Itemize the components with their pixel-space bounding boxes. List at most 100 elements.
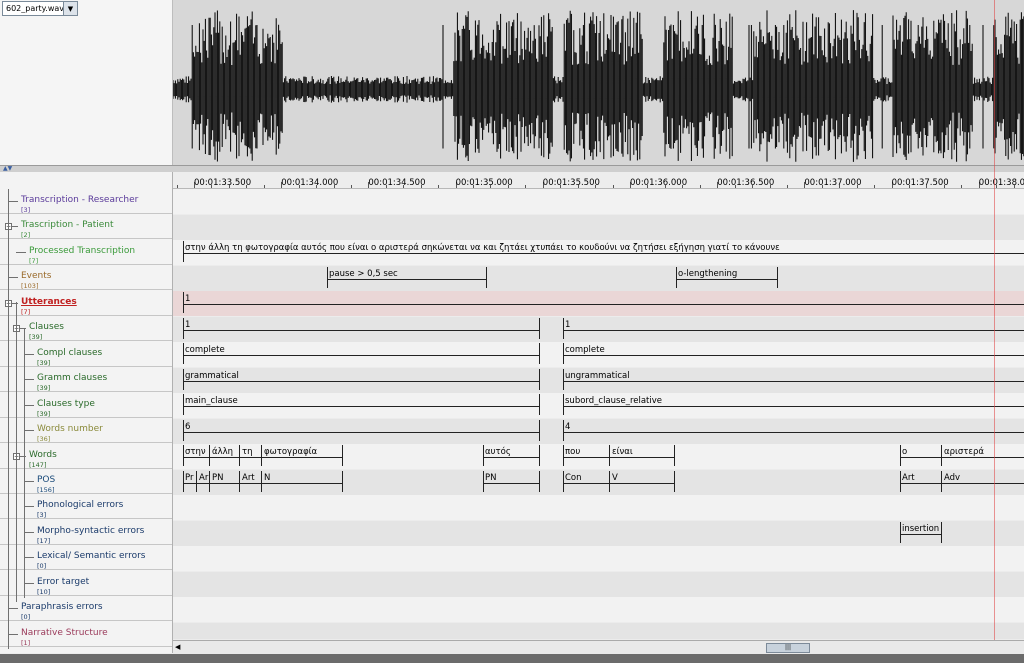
tier-row-phonological-errors[interactable] — [173, 495, 1024, 520]
annotation-pos[interactable]: N — [262, 470, 343, 492]
tier-count: [7] — [21, 307, 31, 316]
tier-name-gramm-clauses[interactable]: Gramm clauses [39] — [0, 367, 172, 393]
tier-count: [7] — [29, 256, 39, 265]
annotation-event[interactable]: pause > 0,5 sec — [327, 266, 487, 288]
status-bar — [0, 654, 1024, 663]
tier-name-error-target[interactable]: Error target [10] — [0, 571, 172, 596]
arrow-left-icon[interactable]: ◀ — [175, 643, 185, 653]
annotation-text: Art — [902, 473, 915, 483]
annotation-gramm[interactable]: ungrammatical — [563, 368, 1024, 390]
tier-name-compl-clauses[interactable]: Compl clauses [39] — [0, 342, 172, 367]
annotation-word[interactable]: που — [563, 444, 610, 466]
tier-name-utterances[interactable]: −Utterances[7] — [0, 291, 172, 316]
annotation-text: main_clause — [185, 396, 238, 406]
tier-name-phonological-errors[interactable]: Phonological errors [3] — [0, 494, 172, 520]
tier-row-morpho-syntactic-errors[interactable]: insertion — [173, 521, 1024, 546]
tier-label: Phonological errors — [37, 500, 124, 511]
annotation-text: PN — [485, 473, 497, 483]
tier-label: Transcription - Researcher — [21, 195, 139, 205]
tier-name-trascription-patient[interactable]: −Trascription - Patient[2] — [0, 214, 172, 240]
annotation-pos[interactable]: Art — [240, 470, 262, 492]
timeline-ruler[interactable]: 00:01:33.500 00:01:34.000 00:01:34.500 00:0… — [173, 172, 1024, 189]
tier-row-clauses[interactable]: 1 1 — [173, 317, 1024, 342]
ruler-time-label: 00:01:36.500 — [717, 178, 775, 188]
annotation-pos[interactable]: Con — [563, 470, 610, 492]
tier-count: [0] — [37, 562, 47, 571]
media-file-dropdown[interactable]: 602_party.wav ▼ — [2, 1, 78, 16]
annotation-clause-type[interactable]: subord_clause_relative — [563, 393, 1024, 415]
tier-row-processed-transcription[interactable]: στην άλλη τη φωτογραφία αυτός που είναι … — [173, 240, 1024, 265]
tier-count: [17] — [37, 536, 51, 545]
tier-row-error-target[interactable] — [173, 572, 1024, 597]
tier-count: [39] — [29, 333, 43, 342]
tier-name-clauses[interactable]: −Clauses[39] — [0, 316, 172, 342]
tier-name-transcription-researcher[interactable]: Transcription - Researcher [3] — [0, 189, 172, 214]
tier-label: Processed Transcription — [29, 245, 136, 256]
annotation-compl[interactable]: complete — [183, 342, 540, 364]
annotation-pos[interactable]: Pr — [183, 470, 197, 492]
media-file-name: 602_party.wav — [6, 4, 63, 13]
waveform-viewer[interactable] — [173, 0, 1024, 165]
annotation-word[interactable]: είναι — [610, 444, 675, 466]
annotation-word[interactable]: φωτογραφία — [262, 444, 343, 466]
annotation-word[interactable]: τη — [240, 444, 262, 466]
tree-line — [8, 189, 9, 649]
tier-name-paraphrasis-errors[interactable]: Paraphrasis errors [0] — [0, 596, 172, 622]
tier-row-narrative-structure[interactable] — [173, 623, 1024, 639]
annotation-gramm[interactable]: grammatical — [183, 368, 540, 390]
tier-name-clauses-type[interactable]: Clauses type [39] — [0, 393, 172, 418]
tier-row-words-number[interactable]: 6 4 — [173, 419, 1024, 444]
ruler-time-label: 00:01:33.500 — [194, 178, 252, 188]
annotation-word[interactable]: ο — [900, 444, 942, 466]
splitter-arrows-icon[interactable]: ▲▼ — [3, 165, 12, 172]
tier-name-pos[interactable]: POS [156] — [0, 469, 172, 494]
annotation-compl[interactable]: complete — [563, 342, 1024, 364]
annotation-pos[interactable]: PN — [210, 470, 240, 492]
tier-row-events[interactable]: pause > 0,5 sec o-lengthening — [173, 266, 1024, 291]
annotation-processed[interactable]: στην άλλη τη φωτογραφία αυτός που είναι … — [183, 240, 1024, 262]
tier-name-narrative-structure[interactable]: Narrative Structure [1] — [0, 622, 172, 647]
annotation-pos[interactable]: Ar — [197, 470, 210, 492]
annotation-word[interactable]: στην — [183, 444, 210, 466]
annotation-pos[interactable]: Art — [900, 470, 942, 492]
tier-name-processed-transcription[interactable]: Processed Transcription [7] — [0, 240, 172, 265]
annotation-morpho-error[interactable]: insertion — [900, 521, 942, 543]
tier-label: Events — [21, 271, 52, 282]
tier-row-gramm-clauses[interactable]: grammatical ungrammatical — [173, 368, 1024, 393]
annotation-text: V — [612, 473, 618, 483]
annotation-clause-type[interactable]: main_clause — [183, 393, 540, 415]
tier-name-words[interactable]: −Words[147] — [0, 444, 172, 469]
annotation-text: στην άλλη τη φωτογραφία αυτός που είναι … — [185, 243, 780, 253]
tier-row-words[interactable]: στην άλλη τη φωτογραφία αυτός που είναι … — [173, 444, 1024, 469]
annotation-event[interactable]: o-lengthening — [676, 266, 778, 288]
tier-name-words-number[interactable]: Words number [36] — [0, 418, 172, 444]
tier-name-lexical-semantic-errors[interactable]: Lexical/ Semantic errors [0] — [0, 545, 172, 571]
horizontal-scrollbar[interactable]: ◀ ||| — [173, 640, 1024, 655]
annotation-pos[interactable]: V — [610, 470, 675, 492]
tier-row-compl-clauses[interactable]: complete complete — [173, 342, 1024, 367]
annotation-pos[interactable]: Adv — [942, 470, 1024, 492]
annotation-words-number[interactable]: 6 — [183, 419, 540, 441]
annotation-text: Pr — [185, 473, 194, 483]
tier-name-events[interactable]: Events [103] — [0, 265, 172, 291]
tier-row-pos[interactable]: Pr Ar PN Art N PN Con V Art Adv — [173, 470, 1024, 495]
annotation-word[interactable]: αυτός — [483, 444, 540, 466]
annotation-word[interactable]: αριστερά — [942, 444, 1024, 466]
annotation-word[interactable]: άλλη — [210, 444, 240, 466]
triangle-down-icon[interactable]: ▼ — [63, 2, 77, 15]
annotation-clause[interactable]: 1 — [563, 317, 1024, 339]
annotation-words-number[interactable]: 4 — [563, 419, 1024, 441]
tier-row-utterances[interactable]: 1 — [173, 291, 1024, 316]
scrollbar-thumb[interactable]: ||| — [766, 643, 810, 653]
tier-row-lexical-semantic-errors[interactable] — [173, 546, 1024, 571]
tier-name-morpho-syntactic-errors[interactable]: Morpho-syntactic errors [17] — [0, 520, 172, 545]
tier-row-paraphrasis-errors[interactable] — [173, 597, 1024, 622]
tier-row-clauses-type[interactable]: main_clause subord_clause_relative — [173, 393, 1024, 418]
annotation-clause[interactable]: 1 — [183, 317, 540, 339]
tier-label: Error target — [37, 576, 90, 587]
tier-label: Compl clauses — [37, 347, 103, 358]
tier-row-transcription-researcher[interactable] — [173, 189, 1024, 214]
annotation-pos[interactable]: PN — [483, 470, 540, 492]
annotation-utterance[interactable]: 1 — [183, 291, 1024, 313]
tier-row-transcription-patient[interactable] — [173, 215, 1024, 240]
